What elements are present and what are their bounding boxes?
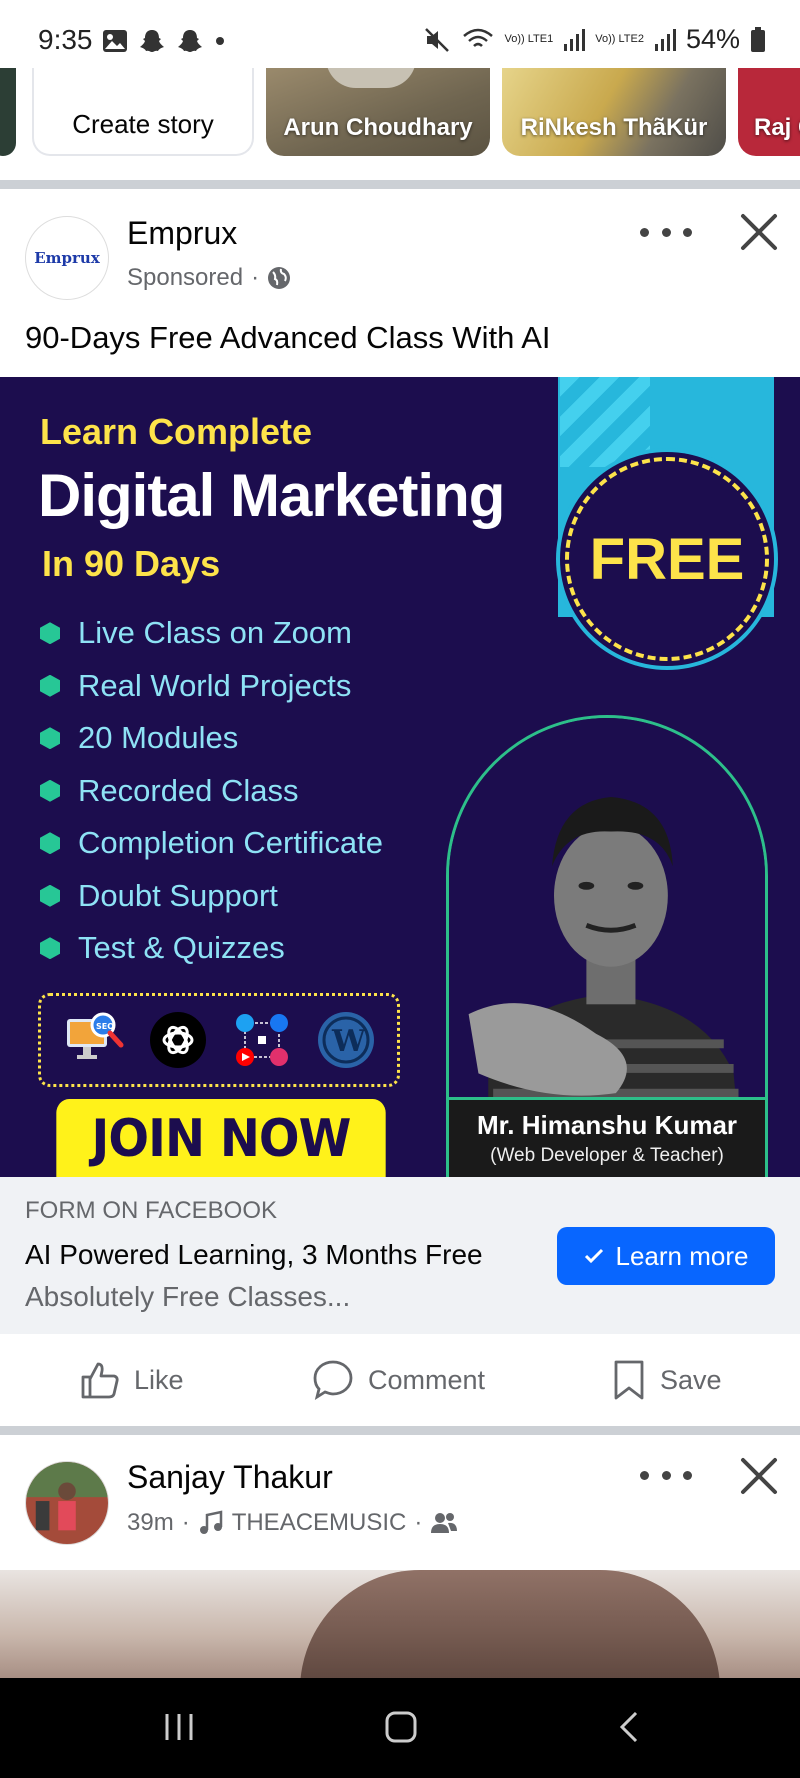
seo-monitor-icon: SEO xyxy=(67,1012,124,1059)
presenter-name: Mr. Himanshu Kumar xyxy=(476,1110,738,1140)
status-bar: 9:35 Vo)) LTE1 Vo)) LTE2 54% xyxy=(0,0,800,68)
more-options-button[interactable] xyxy=(640,217,692,247)
post-media[interactable] xyxy=(0,1570,800,1678)
save-button[interactable]: Save xyxy=(612,1334,722,1426)
more-options-button[interactable] xyxy=(640,1460,692,1490)
author-name[interactable]: Emprux xyxy=(127,215,237,252)
tools-icon-box: SEO W xyxy=(38,993,400,1087)
svg-text:W: W xyxy=(331,1024,367,1059)
story-card-rinkesh[interactable]: RiNkesh ThãKür xyxy=(502,68,726,156)
avatar-photo xyxy=(26,1462,108,1544)
system-navigation-bar xyxy=(0,1678,800,1778)
dot-icon xyxy=(216,37,224,45)
music-note-icon xyxy=(199,1510,222,1534)
friends-icon xyxy=(431,1513,458,1533)
wordpress-icon: W xyxy=(318,1012,374,1068)
divider xyxy=(0,1426,800,1435)
wifi-icon xyxy=(462,28,493,47)
battery-icon xyxy=(751,26,765,52)
signal-icon-2 xyxy=(654,28,676,51)
avatar[interactable]: Emprux xyxy=(25,216,109,300)
comment-label: Comment xyxy=(368,1364,486,1395)
social-media-icon xyxy=(236,1014,288,1066)
music-label[interactable]: THEACEMUSIC xyxy=(232,1509,407,1537)
status-time: 9:35 xyxy=(38,24,93,55)
network-2-label: Vo)) LTE2 xyxy=(595,33,644,45)
feature-item: Real World Projects xyxy=(40,660,383,713)
story-card-partial[interactable] xyxy=(0,68,16,156)
presenter-name-card: Mr. Himanshu Kumar (Web Developer & Teac… xyxy=(446,1097,768,1177)
ad-headline-1: Learn Complete xyxy=(40,411,313,452)
bullet-icon xyxy=(40,779,60,802)
feature-item: Completion Certificate xyxy=(40,817,383,870)
battery-percent: 54% xyxy=(685,24,740,54)
feature-item: Doubt Support xyxy=(40,870,383,923)
story-name: Arun Choudhary xyxy=(283,114,473,141)
avatar[interactable] xyxy=(25,1461,109,1545)
feature-item: Test & Quizzes xyxy=(40,922,383,975)
form-title: AI Powered Learning, 3 Months Free xyxy=(25,1239,483,1270)
comment-button[interactable]: Comment xyxy=(312,1334,485,1426)
free-badge: FREE xyxy=(565,457,769,661)
chatgpt-icon xyxy=(150,1012,206,1068)
home-icon[interactable] xyxy=(384,1710,418,1744)
post-actions: Like Comment Save xyxy=(0,1334,800,1426)
ad-headline-3: In 90 Days xyxy=(42,543,221,584)
bookmark-icon xyxy=(614,1360,644,1400)
feature-item: Live Class on Zoom xyxy=(40,607,383,660)
close-icon[interactable] xyxy=(738,211,780,253)
avatar-logo-text: Emprux xyxy=(34,249,100,267)
learn-more-label: Learn more xyxy=(615,1240,749,1271)
create-story-label: Create story xyxy=(72,109,214,139)
create-story-card[interactable]: Create story xyxy=(32,68,254,156)
feature-item: Recorded Class xyxy=(40,765,383,818)
join-now-button: JOIN NOW xyxy=(56,1099,386,1177)
bullet-icon xyxy=(40,622,60,645)
mute-icon xyxy=(424,27,449,52)
bullet-icon xyxy=(40,832,60,855)
feature-item: 20 Modules xyxy=(40,712,383,765)
story-name: Raj C xyxy=(754,114,800,141)
comment-icon xyxy=(313,1360,353,1401)
bullet-icon xyxy=(40,884,60,907)
learn-more-button[interactable]: Learn more xyxy=(557,1227,775,1285)
save-label: Save xyxy=(660,1364,722,1395)
signal-icon-1 xyxy=(564,28,586,51)
divider xyxy=(0,180,800,189)
stories-row[interactable]: Create story Arun Choudhary RiNkesh ThãK… xyxy=(0,68,800,180)
form-label: FORM ON FACEBOOK xyxy=(25,1197,278,1224)
ad-image[interactable]: Learn Complete Digital Marketing In 90 D… xyxy=(0,377,800,1177)
network-1-label: Vo)) LTE1 xyxy=(504,33,554,45)
bullet-icon xyxy=(40,674,60,697)
recent-apps-icon[interactable] xyxy=(162,1710,196,1744)
close-icon[interactable] xyxy=(738,1455,780,1497)
like-label: Like xyxy=(134,1364,184,1395)
post-time: 39m xyxy=(127,1509,174,1536)
thumbs-up-icon xyxy=(81,1362,119,1399)
gallery-notification-icon xyxy=(103,30,127,52)
story-card-raj[interactable]: Raj C xyxy=(738,68,800,156)
like-button[interactable]: Like xyxy=(80,1334,184,1426)
svg-text:SEO: SEO xyxy=(96,1022,114,1031)
ad-headline-2: Digital Marketing xyxy=(38,462,505,529)
bullet-icon xyxy=(40,727,60,750)
lead-form-strip[interactable]: FORM ON FACEBOOK AI Powered Learning, 3 … xyxy=(0,1177,800,1334)
story-name: RiNkesh ThãKür xyxy=(520,114,708,141)
bullet-icon xyxy=(40,937,60,960)
checkmark-icon xyxy=(584,1248,603,1264)
back-icon[interactable] xyxy=(612,1710,646,1744)
snapchat-notification-icon-2 xyxy=(178,30,202,52)
post-header-2: Sanjay Thakur 39m · THEACEMUSIC · xyxy=(0,1435,800,1570)
story-card-arun[interactable]: Arun Choudhary xyxy=(266,68,490,156)
feature-list: Live Class on Zoom Real World Projects 2… xyxy=(40,607,383,975)
snapchat-notification-icon xyxy=(140,30,164,52)
presenter-role: (Web Developer & Teacher) xyxy=(490,1145,724,1166)
post-caption: 90-Days Free Advanced Class With AI xyxy=(25,320,551,355)
globe-icon xyxy=(268,267,291,289)
sponsored-label: Sponsored xyxy=(127,264,244,291)
author-name[interactable]: Sanjay Thakur xyxy=(127,1459,333,1496)
form-subtitle: Absolutely Free Classes... xyxy=(25,1281,351,1312)
